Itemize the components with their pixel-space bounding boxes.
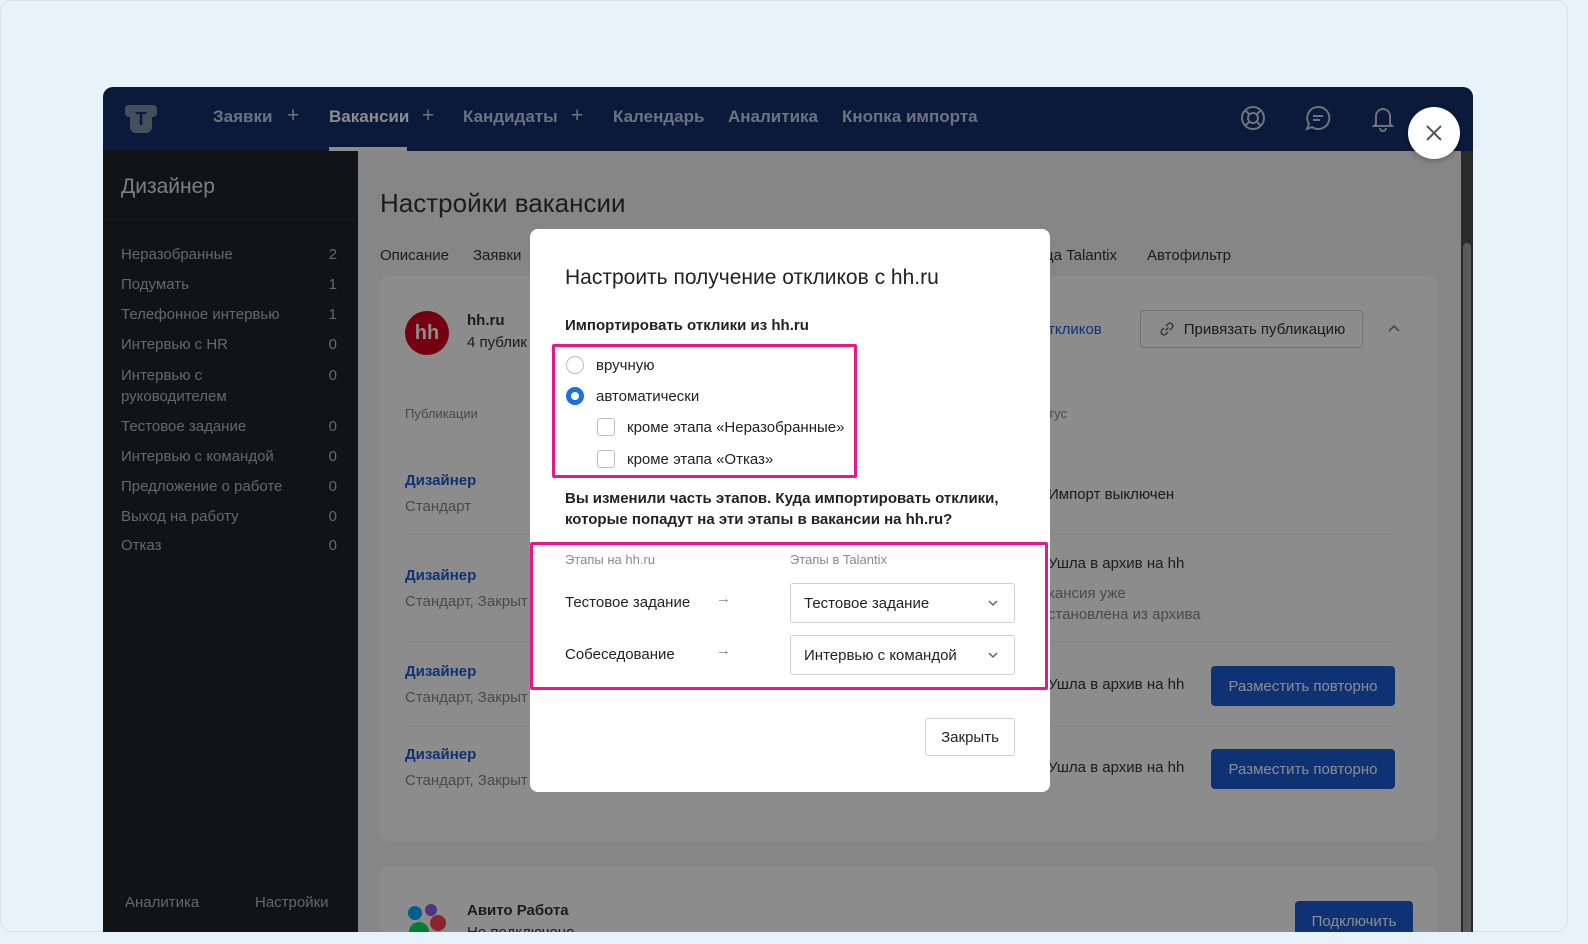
- talantix-stage-select-value: Интервью с командой: [804, 646, 957, 664]
- talantix-stage-select[interactable]: Тестовое задание: [790, 583, 1015, 623]
- hh-import-settings-modal: Настроить получение откликов с hh.ru Имп…: [530, 229, 1050, 792]
- import-responses-label: Импортировать отклики из hh.ru: [565, 317, 809, 334]
- page-scrollbar[interactable]: [1461, 151, 1473, 932]
- talantix-stage-select-value: Тестовое задание: [804, 594, 930, 612]
- modal-close-button[interactable]: Закрыть: [925, 718, 1015, 756]
- modal-title: Настроить получение откликов с hh.ru: [565, 266, 939, 289]
- close-overlay-button[interactable]: [1408, 107, 1460, 159]
- radio-auto-option[interactable]: автоматически: [566, 387, 699, 405]
- checkbox-except-reject-option[interactable]: кроме этапа «Отказ»: [597, 450, 773, 468]
- changed-stages-note: Вы изменили часть этапов. Куда импортиро…: [565, 490, 999, 528]
- checkbox-except-unsorted-label: кроме этапа «Неразобранные»: [627, 418, 845, 436]
- radio-manual[interactable]: [566, 356, 584, 374]
- talantix-stage-select[interactable]: Интервью с командой: [790, 635, 1015, 675]
- talantix-stages-column-header: Этапы в Talantix: [790, 552, 887, 567]
- arrow-right-icon: →: [716, 590, 731, 607]
- checkbox-except-unsorted-option[interactable]: кроме этапа «Неразобранные»: [597, 418, 844, 436]
- scrollbar-thumb[interactable]: [1463, 243, 1471, 932]
- checkbox-except-unsorted[interactable]: [597, 418, 615, 436]
- hh-stage-label: Тестовое задание: [565, 594, 691, 611]
- radio-manual-label: вручную: [596, 356, 655, 374]
- hh-stage-label: Собеседование: [565, 646, 675, 663]
- arrow-right-icon: →: [716, 642, 731, 659]
- chevron-down-icon: [988, 652, 998, 659]
- checkbox-except-reject-label: кроме этапа «Отказ»: [627, 450, 774, 468]
- radio-auto-label: автоматически: [596, 387, 700, 405]
- close-icon: [1426, 125, 1442, 141]
- checkbox-except-reject[interactable]: [597, 450, 615, 468]
- radio-auto[interactable]: [566, 387, 584, 405]
- radio-manual-option[interactable]: вручную: [566, 356, 655, 374]
- hh-stages-column-header: Этапы на hh.ru: [565, 552, 656, 567]
- chevron-down-icon: [988, 600, 998, 607]
